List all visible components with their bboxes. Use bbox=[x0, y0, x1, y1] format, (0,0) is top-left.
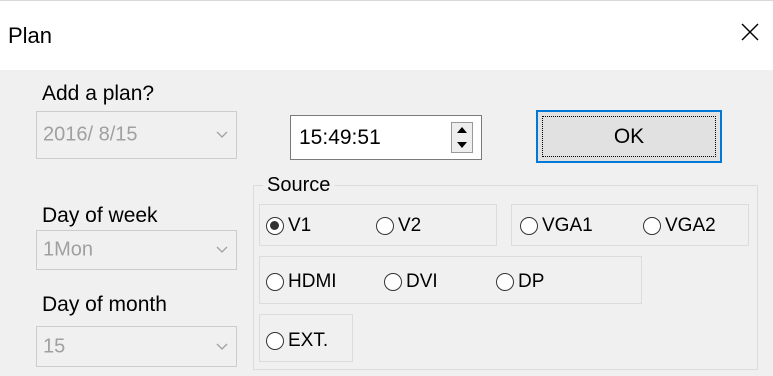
spin-down-button[interactable] bbox=[452, 138, 472, 152]
radio-circle-icon bbox=[266, 332, 284, 350]
radio-hdmi[interactable]: HDMI bbox=[266, 271, 337, 293]
chevron-down-icon bbox=[216, 343, 228, 350]
window-title: Plan bbox=[8, 23, 53, 48]
radio-label: VGA2 bbox=[665, 215, 716, 236]
day-of-week-value: 1Mon bbox=[43, 238, 94, 261]
ok-button[interactable]: OK bbox=[536, 110, 722, 163]
radio-circle-icon bbox=[496, 273, 514, 291]
close-button[interactable] bbox=[727, 9, 773, 55]
time-value: 15:49:51 bbox=[299, 125, 381, 149]
day-of-week-label: Day of week bbox=[42, 204, 158, 227]
radio-dvi[interactable]: DVI bbox=[384, 271, 438, 293]
radio-label: V1 bbox=[288, 215, 312, 236]
chevron-down-icon bbox=[216, 131, 228, 138]
radio-label: DP bbox=[518, 271, 545, 292]
date-value: 2016/ 8/15 bbox=[43, 123, 138, 146]
source-group-title: Source bbox=[263, 174, 335, 197]
radio-label: DVI bbox=[406, 271, 438, 292]
radio-v1[interactable]: V1 bbox=[266, 215, 311, 237]
date-picker[interactable]: 2016/ 8/15 bbox=[36, 111, 237, 159]
radio-v2[interactable]: V2 bbox=[376, 215, 421, 237]
spin-up-button[interactable] bbox=[452, 123, 472, 137]
day-of-week-select[interactable]: 1Mon bbox=[36, 230, 237, 270]
radio-circle-icon bbox=[643, 217, 661, 235]
triangle-up-icon bbox=[457, 127, 467, 133]
focus-rectangle bbox=[542, 116, 716, 157]
title-bar: Plan bbox=[0, 0, 773, 71]
radio-circle-icon bbox=[266, 217, 284, 235]
radio-dp[interactable]: DP bbox=[496, 271, 544, 293]
radio-circle-icon bbox=[520, 217, 538, 235]
radio-label: V2 bbox=[398, 215, 422, 236]
radio-label: VGA1 bbox=[542, 215, 593, 236]
close-icon bbox=[741, 23, 759, 41]
radio-vga2[interactable]: VGA2 bbox=[643, 215, 716, 237]
triangle-down-icon bbox=[457, 142, 467, 148]
radio-circle-icon bbox=[376, 217, 394, 235]
radio-ext[interactable]: EXT. bbox=[266, 330, 328, 352]
time-picker[interactable]: 15:49:51 bbox=[290, 115, 482, 160]
radio-vga1[interactable]: VGA1 bbox=[520, 215, 593, 237]
day-of-month-value: 15 bbox=[43, 335, 66, 357]
day-of-month-select[interactable]: 15 bbox=[36, 326, 237, 367]
add-plan-label: Add a plan? bbox=[42, 82, 155, 105]
day-of-month-label: Day of month bbox=[42, 293, 167, 316]
radio-label: HDMI bbox=[288, 271, 337, 292]
radio-circle-icon bbox=[266, 273, 284, 291]
chevron-down-icon bbox=[216, 246, 228, 253]
radio-label: EXT. bbox=[288, 330, 329, 351]
time-spinner[interactable] bbox=[451, 122, 473, 153]
radio-circle-icon bbox=[384, 273, 402, 291]
